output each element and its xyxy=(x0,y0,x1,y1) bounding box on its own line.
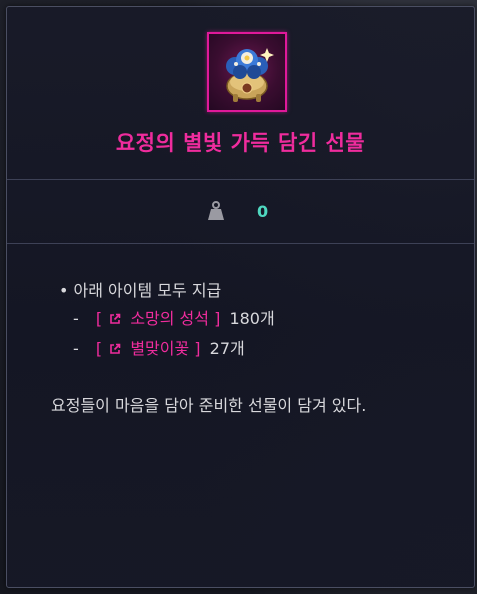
external-link-icon xyxy=(110,343,121,354)
bullet-mark: • xyxy=(59,281,69,300)
weight-row xyxy=(7,180,474,242)
weight-divider xyxy=(7,243,474,244)
flavor-text: 요정들이 마음을 담아 준비한 선물이 담겨 있다. xyxy=(51,396,367,415)
reward-item: - [ 별맞이꽃 ] 27개 xyxy=(73,335,245,359)
item-icon-frame xyxy=(207,32,287,112)
bracket-open: [ xyxy=(95,339,103,358)
reward-quantity: 27개 xyxy=(209,339,245,358)
bracket-close: ] xyxy=(194,339,201,358)
weight-icon xyxy=(208,201,224,220)
reward-link-wish-stone[interactable]: [ 소망의 성석 ] xyxy=(96,309,226,328)
reward-dash: - xyxy=(73,309,79,328)
tooltip-header: 요정의 별빛 가득 담긴 선물 xyxy=(7,7,474,179)
reward-name: 별맞이꽃 xyxy=(130,339,190,358)
reward-item: - [ 소망의 성석 ] 180개 xyxy=(73,305,275,329)
reward-quantity: 180개 xyxy=(229,309,275,328)
external-link-icon xyxy=(110,313,121,324)
bracket-close: ] xyxy=(214,309,221,328)
weight-value: 0 xyxy=(257,202,269,221)
contents-header-text: 아래 아이템 모두 지급 xyxy=(73,281,222,300)
contents-header: • 아래 아이템 모두 지급 xyxy=(59,277,221,301)
reward-link-star-flower[interactable]: [ 별맞이꽃 ] xyxy=(96,339,206,358)
gift-pot-icon xyxy=(226,48,274,102)
bracket-open: [ xyxy=(95,309,103,328)
reward-dash: - xyxy=(73,339,79,358)
item-title: 요정의 별빛 가득 담긴 선물 xyxy=(115,131,366,155)
item-tooltip: 요정의 별빛 가득 담긴 선물 0 • 아래 아이템 모두 지급 - [ 소망의… xyxy=(6,6,475,588)
reward-name: 소망의 성석 xyxy=(130,309,209,328)
